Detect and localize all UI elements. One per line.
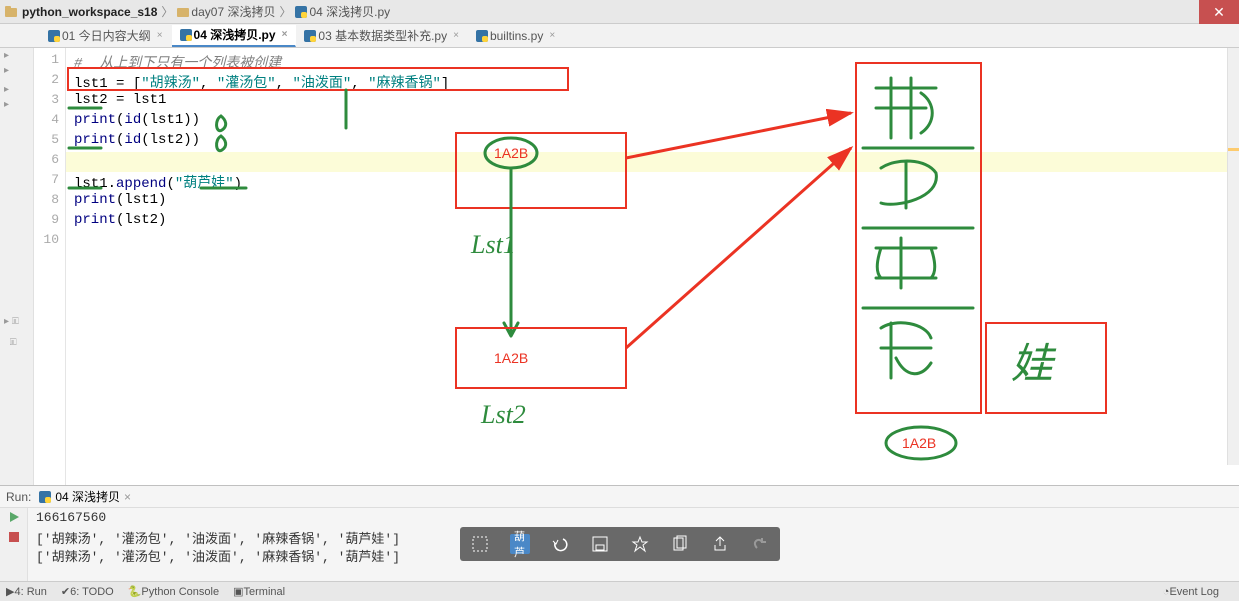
tool-todo[interactable]: ✔ 6: TODO	[61, 585, 114, 598]
tab-04-active[interactable]: 04 深浅拷贝.py ×	[172, 25, 297, 47]
window-close-button[interactable]: ✕	[1199, 0, 1239, 24]
crumb-file[interactable]: 04 深浅拷贝.py	[309, 3, 390, 20]
rerun-icon[interactable]	[7, 510, 21, 524]
py-file-icon	[180, 29, 192, 41]
tool-terminal[interactable]: ▣ Terminal	[233, 585, 285, 598]
crumb-sep-1: 〉	[161, 3, 173, 20]
crumb-folder[interactable]: day07 深浅拷贝	[191, 3, 275, 20]
tab-close-icon[interactable]: ×	[282, 29, 288, 40]
tab-01[interactable]: 01 今日内容大纲 ×	[40, 25, 172, 47]
undo-icon[interactable]	[550, 534, 570, 554]
tab-label: 04 深浅拷贝.py	[194, 26, 276, 43]
editor[interactable]: 12345678910 # 从上到下只有一个列表被创建 lst1 = ["胡辣汤…	[34, 48, 1239, 485]
tab-close-icon[interactable]: ×	[157, 30, 163, 41]
status-bar: ▶ 4: Run ✔ 6: TODO 🐍 Python Console ▣ Te…	[0, 581, 1239, 601]
stop-icon[interactable]	[7, 530, 21, 544]
tab-label: builtins.py	[490, 29, 543, 43]
svg-text:娃: 娃	[1011, 342, 1057, 388]
tab-03[interactable]: 03 基本数据类型补充.py ×	[296, 25, 468, 47]
py-file-icon	[48, 30, 60, 42]
editor-tabs: 01 今日内容大纲 × 04 深浅拷贝.py × 03 基本数据类型补充.py …	[0, 24, 1239, 48]
breadcrumb-bar: python_workspace_s18 〉 day07 深浅拷贝 〉 04 深…	[0, 0, 1239, 24]
crumb-project[interactable]: python_workspace_s18	[22, 5, 157, 19]
run-config-name[interactable]: 04 深浅拷贝	[55, 488, 120, 505]
svg-text:1A2B: 1A2B	[902, 435, 936, 451]
crumb-sep-2: 〉	[279, 3, 291, 20]
output-line: 166167560	[36, 510, 1231, 528]
folder-icon	[177, 6, 189, 18]
tool-pyconsole[interactable]: 🐍 Python Console	[128, 585, 219, 598]
event-log[interactable]: ◔ Event Log	[1163, 586, 1219, 598]
main-editor-area: ▸▸▸▸ ▸ 🗉 🗉 12345678910 # 从上到下只有一个列表被创建 l…	[0, 48, 1239, 485]
run-gutter	[0, 508, 28, 581]
run-header: Run: 04 深浅拷贝 ×	[0, 486, 1239, 508]
tab-label: 01 今日内容大纲	[62, 27, 151, 44]
code-area[interactable]: # 从上到下只有一个列表被创建 lst1 = ["胡辣汤", "灌汤包", "油…	[66, 48, 1239, 485]
tab-label: 03 基本数据类型补充.py	[318, 27, 447, 44]
star-icon[interactable]	[630, 534, 650, 554]
tool-run[interactable]: ▶ 4: Run	[6, 585, 47, 598]
tab-close-icon[interactable]: ×	[453, 30, 459, 41]
code-comment: # 从上到下只有一个列表被创建	[74, 56, 281, 72]
py-file-icon	[295, 6, 307, 18]
py-file-icon	[476, 30, 488, 42]
left-gutter: ▸▸▸▸ ▸ 🗉 🗉	[0, 48, 34, 485]
py-file-icon	[304, 30, 316, 42]
run-tab-close-icon[interactable]: ×	[124, 490, 131, 504]
ok-icon[interactable]	[750, 534, 770, 554]
text-highlight-icon[interactable]: 葫芦	[510, 534, 530, 554]
screenshot-toolbar[interactable]: 葫芦	[460, 527, 780, 561]
warning-marker[interactable]	[1228, 148, 1239, 151]
rect-select-icon[interactable]	[470, 534, 490, 554]
editor-scrollbar[interactable]	[1227, 48, 1239, 465]
run-label: Run:	[6, 490, 31, 504]
svg-text:1A2B: 1A2B	[494, 350, 528, 366]
save-icon[interactable]	[590, 534, 610, 554]
line-number-gutter: 12345678910	[34, 48, 66, 485]
tab-builtins[interactable]: builtins.py ×	[468, 25, 564, 47]
copy-icon[interactable]	[670, 534, 690, 554]
svg-text:Lst2: Lst2	[480, 400, 526, 429]
tab-close-icon[interactable]: ×	[549, 30, 555, 41]
share-icon[interactable]	[710, 534, 730, 554]
project-icon	[4, 5, 18, 19]
py-file-icon	[39, 491, 51, 503]
